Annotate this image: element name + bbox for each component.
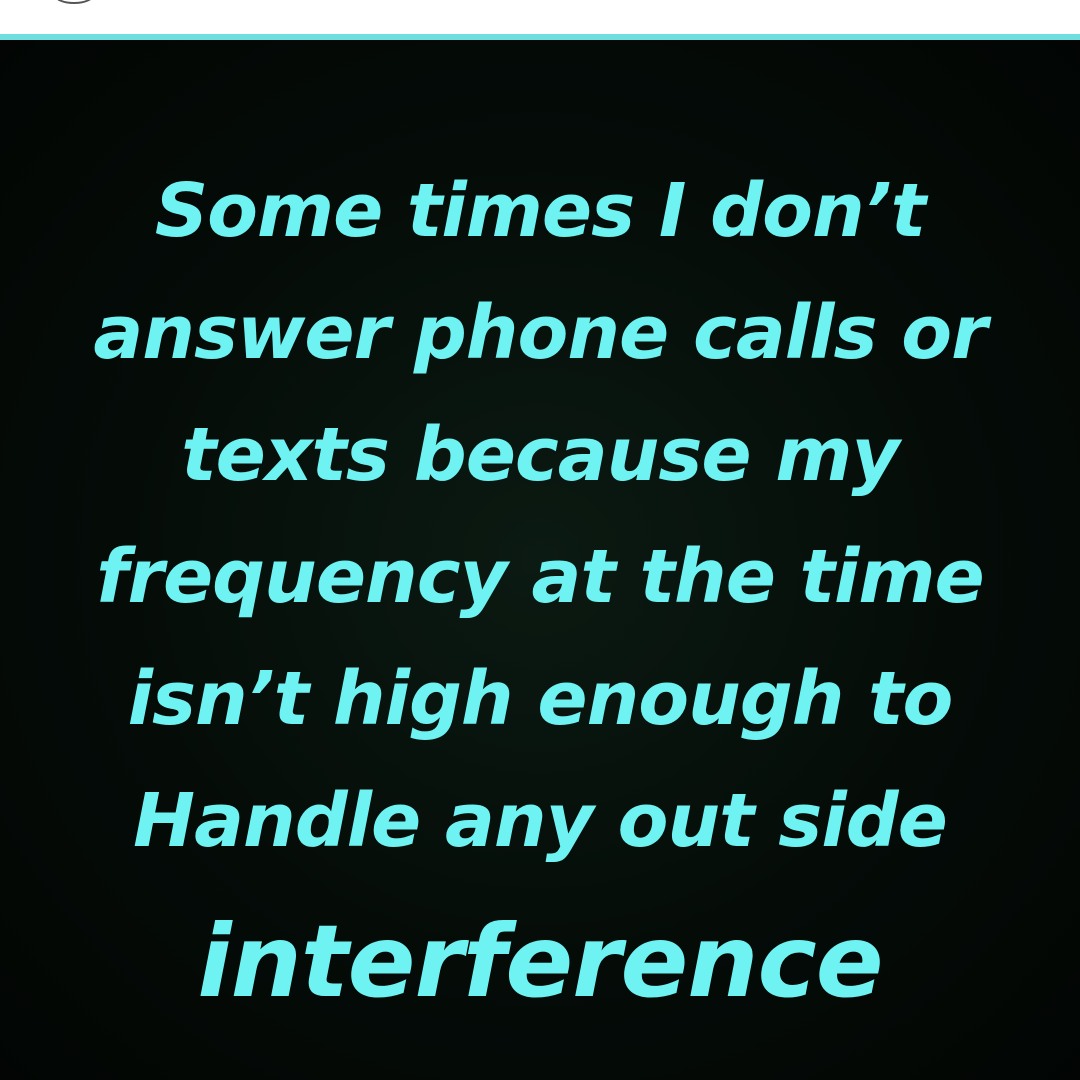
quote-line-1: Some times I don’t xyxy=(154,168,926,254)
post-frame: Some times I don’t answer phone calls or… xyxy=(0,0,1080,1080)
quote-line-5: isn’t high enough to xyxy=(127,656,954,742)
quote-line-4: frequency at the time xyxy=(96,534,984,620)
post-header-strip xyxy=(0,0,1080,34)
quote-text: Some times I don’t answer phone calls or… xyxy=(0,150,1080,1042)
quote-line-2: answer phone calls or xyxy=(93,290,987,376)
quote-line-7: interference xyxy=(197,903,883,1020)
avatar[interactable] xyxy=(54,0,94,4)
quote-line-6: Handle any out side xyxy=(133,778,948,864)
quote-line-3: texts because my xyxy=(181,412,899,498)
